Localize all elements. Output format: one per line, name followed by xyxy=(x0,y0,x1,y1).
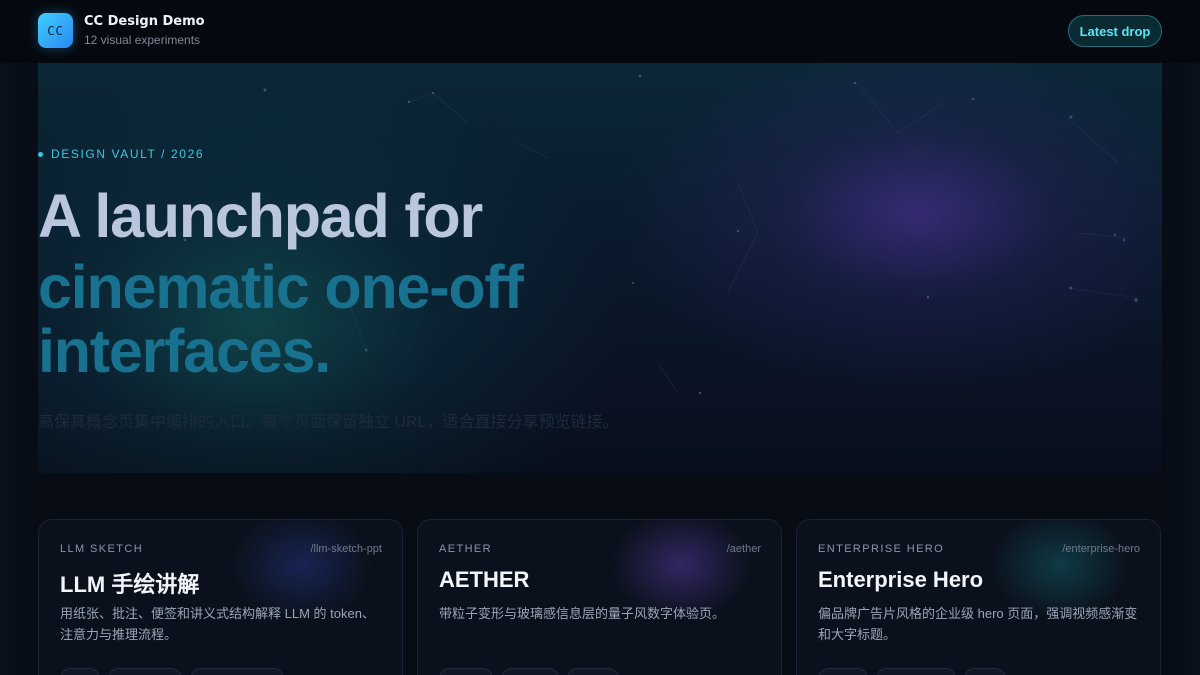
brand-subtitle: 12 visual experiments xyxy=(84,33,201,47)
latest-drop-button[interactable]: Latest drop xyxy=(1068,15,1162,47)
page: CC CC Design Demo 12 visual experiments … xyxy=(0,0,1200,675)
eyebrow-dot-icon xyxy=(38,151,43,157)
card-chip xyxy=(439,668,493,675)
hero-headline-secondary: cinematic one-off interfaces. xyxy=(38,253,524,385)
card-title: AETHER xyxy=(439,567,530,592)
card-chip xyxy=(964,668,1006,675)
top-bar: CC CC Design Demo 12 visual experiments … xyxy=(0,0,1200,63)
project-card-enterprise-hero[interactable]: ENTERPRISE HERO /enterprise-hero Enterpr… xyxy=(796,519,1161,675)
hero-section: DESIGN VAULT / 2026 A launchpad for cine… xyxy=(38,63,1162,473)
project-card-aether[interactable]: AETHER /aether AETHER 带粒子变形与玻璃感信息层的量子风数字… xyxy=(417,519,782,675)
brand-title[interactable]: CC Design Demo xyxy=(84,14,205,29)
hero-eyebrow: DESIGN VAULT / 2026 xyxy=(38,147,204,161)
eyebrow-text: DESIGN VAULT / 2026 xyxy=(51,147,205,161)
card-chip xyxy=(818,668,868,675)
card-chip xyxy=(108,668,182,675)
hero-description: 高保真概念页集中编排的入口。每个页面保留独立 URL，适合直接分享预览链接。 xyxy=(38,414,619,431)
card-chips xyxy=(60,668,284,675)
card-description: 带粒子变形与玻璃感信息层的量子风数字体验页。 xyxy=(439,606,726,621)
card-chip xyxy=(190,668,284,675)
card-chip xyxy=(60,668,100,675)
brand-logo[interactable]: CC xyxy=(38,13,73,48)
card-description: 用纸张、批注、便签和讲义式结构解释 LLM 的 token、注意力与推理流程。 xyxy=(60,606,375,642)
hero-headline-primary: A launchpad for xyxy=(38,182,483,250)
card-chips xyxy=(439,668,619,675)
card-title: LLM 手绘讲解 xyxy=(60,572,200,597)
project-card-llm-sketch[interactable]: LLM SKETCH /llm-sketch-ppt LLM 手绘讲解 用纸张、… xyxy=(38,519,403,675)
card-tag: LLM SKETCH xyxy=(60,543,144,555)
card-path: /aether xyxy=(726,543,761,555)
card-tag: ENTERPRISE HERO xyxy=(818,543,945,555)
card-chip xyxy=(567,668,619,675)
card-path: /enterprise-hero xyxy=(1062,543,1140,555)
card-tag: AETHER xyxy=(439,543,493,555)
card-chips xyxy=(818,668,1006,675)
card-title: Enterprise Hero xyxy=(818,567,984,592)
card-path: /llm-sketch-ppt xyxy=(310,543,382,555)
card-description: 偏品牌广告片风格的企业级 hero 页面，强调视频感渐变和大字标题。 xyxy=(818,606,1138,642)
logo-text: CC xyxy=(47,23,64,38)
card-chip xyxy=(501,668,559,675)
card-chip xyxy=(876,668,956,675)
